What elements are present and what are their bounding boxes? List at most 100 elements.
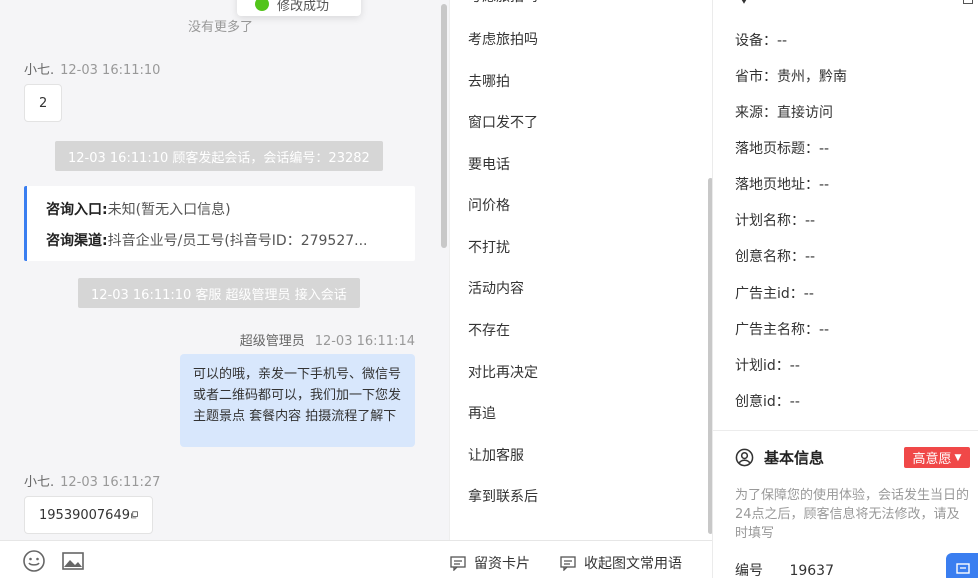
caret-down-icon: ▼: [954, 452, 962, 463]
source-field: 落地页标题：--: [735, 138, 829, 158]
edit-icon[interactable]: [963, 0, 973, 4]
system-message: 12-03 16:11:10 客服 超级管理员 接入会话: [78, 278, 360, 308]
field-label: 计划名称：: [735, 213, 805, 229]
image-icon[interactable]: [61, 549, 85, 573]
collapse-common-phrases-button[interactable]: 收起图文常用语: [560, 553, 682, 573]
quick-reply-item[interactable]: 再追: [468, 403, 496, 423]
field-value: 直接访问: [777, 105, 833, 121]
field-value: --: [805, 249, 816, 265]
sender-name: 超级管理员: [239, 334, 305, 349]
source-field: 广告主名称：--: [735, 319, 829, 339]
card-icon: [450, 555, 466, 571]
field-label: 广告主id：: [735, 286, 804, 302]
consult-channel-row: 咨询渠道:抖音企业号/员工号(抖音号ID：279527...: [46, 230, 406, 261]
copy-icon[interactable]: [131, 509, 138, 521]
customer-info-panel: 设备：-- 省市：贵州，黔南 来源：直接访问 落地页标题：-- 落地页地址：--…: [713, 0, 978, 578]
basic-info-heading: 基本信息: [735, 447, 824, 468]
consult-channel-label: 咨询渠道:: [46, 233, 108, 249]
field-value: --: [789, 358, 800, 374]
field-value: 贵州，黔南: [777, 69, 847, 85]
customer-id-value: 19637: [789, 563, 834, 578]
message-meta: 小七. 12-03 16:11:27: [24, 471, 160, 490]
quick-reply-item[interactable]: 问价格: [468, 195, 510, 215]
workspace: 没有更多了 小七. 12-03 16:11:10 2 12-03 16:11:10…: [0, 0, 978, 578]
consult-entry-row: 咨询入口:未知(暂无入口信息): [46, 199, 406, 230]
quick-reply-item[interactable]: 活动内容: [468, 278, 524, 298]
quick-reply-item[interactable]: 不存在: [468, 320, 510, 340]
source-field: 省市：贵州，黔南: [735, 66, 847, 86]
consult-info-card: 咨询入口:未知(暂无入口信息) 咨询渠道:抖音企业号/员工号(抖音号ID：279…: [24, 186, 415, 261]
sender-name: 小七.: [24, 63, 55, 78]
message-text: 19539007649: [39, 507, 130, 523]
intent-level-dropdown[interactable]: 高意愿 ▼: [904, 447, 970, 468]
chat-icon: [956, 563, 970, 574]
customer-id-row: 编号 19637: [735, 560, 834, 578]
sender-name: 小七.: [24, 475, 55, 490]
source-field: 创意名称：--: [735, 246, 815, 266]
field-value: --: [777, 33, 788, 49]
edit-deadline-notice: 为了保障您的使用体验，会话发生当日的24点之后，顾客信息将无法修改，请及时填写: [735, 488, 970, 541]
field-label: 落地页标题：: [735, 141, 819, 157]
source-field: 广告主id：--: [735, 283, 814, 303]
smile-icon[interactable]: [22, 549, 46, 573]
chat-scrollbar[interactable]: [441, 4, 447, 248]
quick-reply-item[interactable]: 考虑旅拍吗: [468, 0, 538, 6]
customer-message[interactable]: 19539007649: [24, 496, 153, 534]
customer-message[interactable]: 2: [24, 84, 63, 122]
system-message: 12-03 16:11:10 顾客发起会话，会话编号：23282: [55, 141, 383, 171]
basic-info-title: 基本信息: [764, 449, 825, 467]
message-time: 12-03 16:11:27: [60, 475, 161, 490]
source-field: 来源：直接访问: [735, 102, 833, 122]
source-field: 落地页地址：--: [735, 174, 829, 194]
field-value: --: [819, 177, 830, 193]
field-value: --: [805, 213, 816, 229]
field-value: --: [819, 322, 830, 338]
consult-entry-label: 咨询入口:: [46, 202, 108, 218]
message-time: 12-03 16:11:10: [60, 63, 161, 78]
success-toast: 修改成功: [237, 0, 361, 16]
quick-reply-item[interactable]: 去哪拍: [468, 71, 510, 91]
field-label: 省市：: [735, 69, 777, 85]
field-value: --: [789, 394, 800, 410]
source-field: 计划名称：--: [735, 210, 815, 230]
quick-reply-item[interactable]: 对比再决定: [468, 362, 538, 382]
intent-level-label: 高意愿: [912, 452, 952, 467]
chat-pane: 没有更多了 小七. 12-03 16:11:10 2 12-03 16:11:10…: [0, 0, 449, 540]
consult-channel-value: 抖音企业号/员工号(抖音号ID：279527...: [107, 233, 368, 249]
chat-toolbar: 留资卡片 收起图文常用语: [0, 540, 712, 578]
success-icon: [255, 0, 269, 11]
quick-reply-item[interactable]: 不打扰: [468, 237, 510, 257]
agent-message[interactable]: 可以的哦，亲发一下手机号、微信号或者二维码都可以，我们加一下您发主题景点 套餐内…: [180, 354, 415, 447]
field-label: 设备：: [735, 33, 777, 49]
no-more-text: 没有更多了: [187, 20, 253, 35]
field-value: --: [819, 141, 830, 157]
message-icon: [560, 555, 576, 571]
field-label: 广告主名称：: [735, 322, 819, 338]
quick-reply-item[interactable]: 窗口发不了: [468, 112, 538, 132]
field-label: 创意id：: [735, 394, 790, 410]
lead-card-label: 留资卡片: [474, 556, 530, 572]
toast-text: 修改成功: [277, 0, 330, 14]
section-divider: [713, 430, 978, 431]
quick-reply-item[interactable]: 要电话: [468, 154, 510, 174]
consult-entry-value: 未知(暂无入口信息): [107, 202, 231, 218]
field-label: 落地页地址：: [735, 177, 819, 193]
quick-reply-item[interactable]: 考虑旅拍吗: [468, 29, 538, 49]
source-field: 设备：--: [735, 30, 787, 50]
field-value: --: [803, 286, 814, 302]
message-meta: 超级管理员 12-03 16:11:14: [240, 330, 415, 349]
quick-reply-item[interactable]: 让加客服: [468, 445, 524, 465]
quick-reply-panel: 考虑旅拍吗 考虑旅拍吗 去哪拍 窗口发不了 要电话 问价格 不打扰 活动内容 不…: [449, 0, 713, 540]
collapse-common-phrases-label: 收起图文常用语: [584, 556, 682, 572]
message-meta: 小七. 12-03 16:11:10: [24, 59, 160, 78]
lead-card-button[interactable]: 留资卡片: [450, 553, 530, 573]
source-field: 计划id：--: [735, 355, 800, 375]
field-label: 来源：: [735, 105, 777, 121]
quick-reply-item[interactable]: 拿到联系后: [468, 486, 538, 506]
floating-action-button[interactable]: [946, 553, 978, 578]
source-field: 创意id：--: [735, 391, 800, 411]
field-label: 创意名称：: [735, 249, 805, 265]
user-icon: [735, 448, 754, 467]
field-label: 计划id：: [735, 358, 790, 374]
location-icon: [741, 0, 747, 4]
